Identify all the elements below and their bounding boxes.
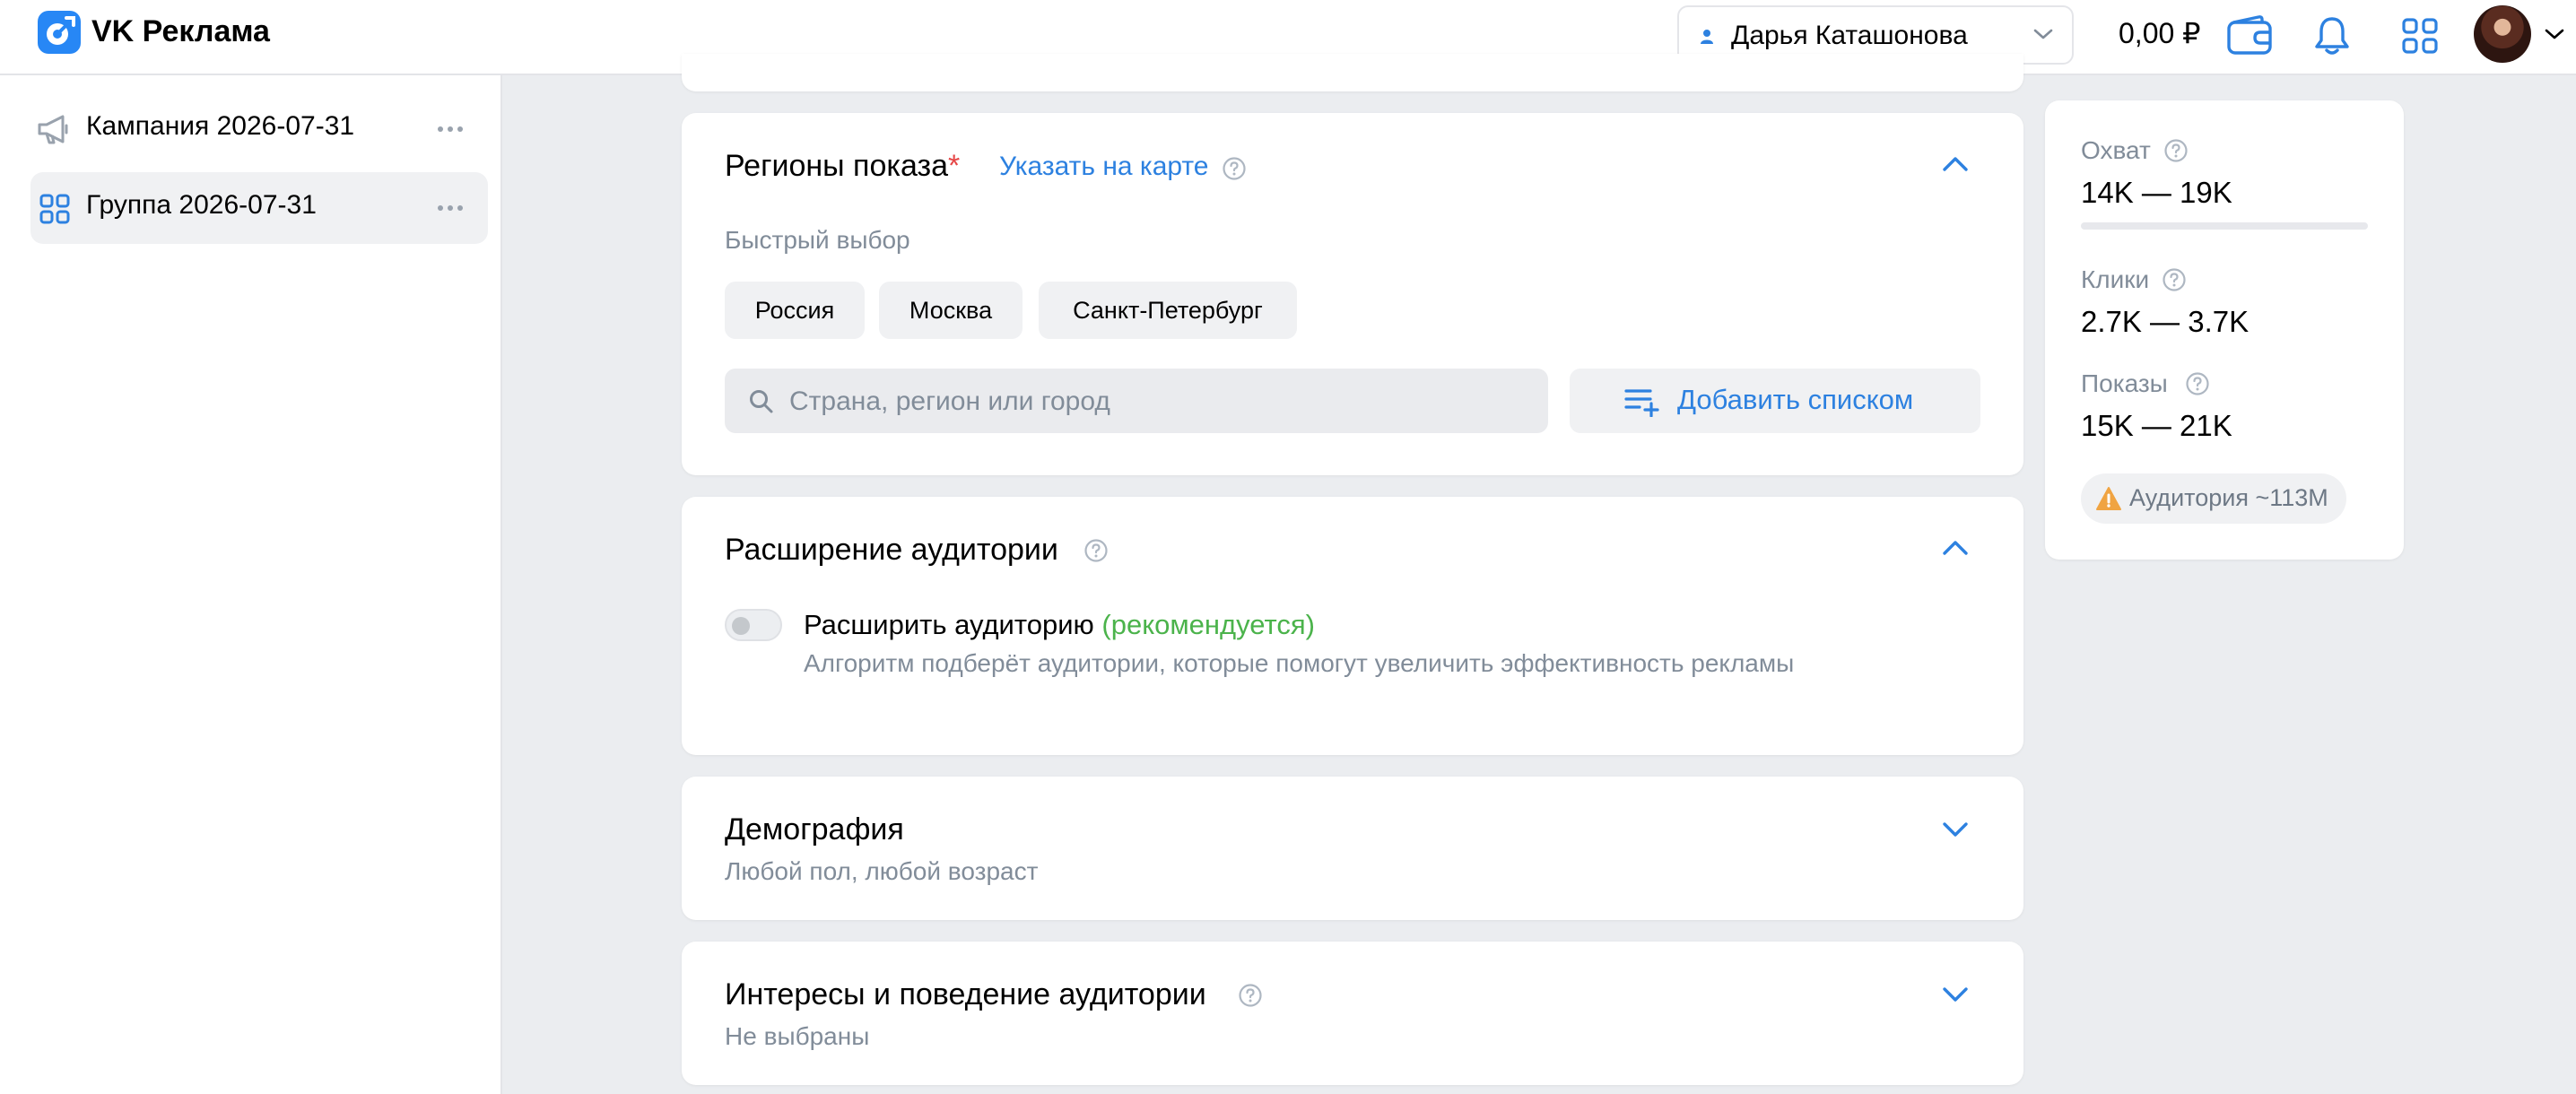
account-name: Дарья Каташонова xyxy=(1731,21,1968,50)
help-icon[interactable] xyxy=(2162,267,2187,292)
help-icon[interactable] xyxy=(1238,983,1263,1008)
interests-title: Интересы и поведение аудитории xyxy=(725,977,1206,1012)
chevron-down-icon xyxy=(2033,29,2053,39)
help-icon[interactable] xyxy=(2163,138,2189,163)
help-icon[interactable] xyxy=(1083,538,1109,563)
toggle-description: Алгоритм подберёт аудитории, которые пом… xyxy=(804,649,1795,677)
app-title: VK Реклама xyxy=(91,14,270,48)
audience-badge-text: Аудитория ~113M xyxy=(2129,484,2328,511)
clicks-value: 2.7K — 3.7K xyxy=(2081,305,2250,338)
required-mark: * xyxy=(948,149,961,183)
clicks-label: Клики xyxy=(2081,265,2150,293)
chip-saint-petersburg[interactable]: Санкт-Петербург xyxy=(1039,282,1297,339)
warning-icon xyxy=(2096,487,2121,510)
chip-moscow[interactable]: Москва xyxy=(879,282,1023,339)
search-input[interactable] xyxy=(788,369,1527,435)
demography-subtitle: Любой пол, любой возраст xyxy=(725,857,1039,885)
sidebar-item-group[interactable]: Группа 2026-07-31 xyxy=(30,172,488,244)
regions-title: Регионы показа* xyxy=(725,149,961,183)
chip-russia[interactable]: Россия xyxy=(725,282,865,339)
reach-label: Охват xyxy=(2081,136,2151,164)
apps-grid-icon[interactable] xyxy=(2400,14,2440,57)
interests-subtitle: Не выбраны xyxy=(725,1022,870,1050)
add-list-label: Добавить списком xyxy=(1677,384,1914,415)
list-add-icon xyxy=(1624,389,1659,417)
demography-title: Демография xyxy=(725,812,904,847)
region-search[interactable] xyxy=(725,369,1548,435)
expansion-title: Расширение аудитории xyxy=(725,533,1058,567)
impressions-label: Показы xyxy=(2081,369,2168,397)
wallet-icon[interactable] xyxy=(2226,14,2273,57)
chevron-down-icon[interactable] xyxy=(1941,820,1970,839)
megaphone-icon xyxy=(38,115,68,144)
expansion-card: Расширение аудитории Расширить аудиторию… xyxy=(682,497,2023,755)
more-dots-icon[interactable] xyxy=(436,115,465,143)
previous-card xyxy=(682,54,2023,91)
regions-card: Регионы показа* Указать на карте Быстрый… xyxy=(682,113,2023,475)
quick-select-label: Быстрый выбор xyxy=(725,226,910,254)
person-icon xyxy=(1701,30,1713,44)
impressions-value: 15K — 21K xyxy=(2081,409,2232,442)
avatar[interactable] xyxy=(2474,5,2531,63)
sidebar-item-label: Кампания 2026-07-31 xyxy=(86,111,355,141)
reach-value: 14K — 19K xyxy=(2081,176,2232,209)
chevron-down-icon[interactable] xyxy=(1941,985,1970,1004)
expand-audience-toggle[interactable] xyxy=(725,609,782,641)
bell-icon[interactable] xyxy=(2312,14,2352,57)
sidebar-item-campaign[interactable]: Кампания 2026-07-31 xyxy=(30,93,488,165)
grid-icon xyxy=(39,194,70,224)
chevron-down-icon[interactable] xyxy=(2544,27,2565,41)
help-icon[interactable] xyxy=(2185,371,2210,396)
toggle-knob xyxy=(732,617,750,635)
interests-card[interactable]: Интересы и поведение аудитории Не выбран… xyxy=(682,942,2023,1085)
help-icon[interactable] xyxy=(1222,156,1247,181)
balance[interactable]: 0,00 ₽ xyxy=(2119,16,2201,50)
demography-card[interactable]: Демография Любой пол, любой возраст xyxy=(682,777,2023,920)
chevron-up-icon[interactable] xyxy=(1941,538,1970,558)
vk-ads-logo-icon[interactable] xyxy=(38,11,81,54)
sidebar: Кампания 2026-07-31 Группа 2026-07-31 xyxy=(0,75,502,1094)
toggle-label: Расширить аудиторию (рекомендуется) xyxy=(804,609,1315,640)
recommend-note: (рекомендуется) xyxy=(1101,609,1315,640)
search-icon xyxy=(750,390,773,413)
more-dots-icon[interactable] xyxy=(436,194,465,222)
forecast-panel: Охват 14K — 19K Клики 2.7K — 3.7K Показы… xyxy=(2045,100,2404,560)
chevron-up-icon[interactable] xyxy=(1941,154,1970,174)
map-link[interactable]: Указать на карте xyxy=(999,152,1209,182)
reach-bar xyxy=(2081,222,2368,230)
audience-badge: Аудитория ~113M xyxy=(2081,473,2346,524)
sidebar-item-label: Группа 2026-07-31 xyxy=(86,190,317,220)
add-list-button[interactable]: Добавить списком xyxy=(1570,369,1980,433)
